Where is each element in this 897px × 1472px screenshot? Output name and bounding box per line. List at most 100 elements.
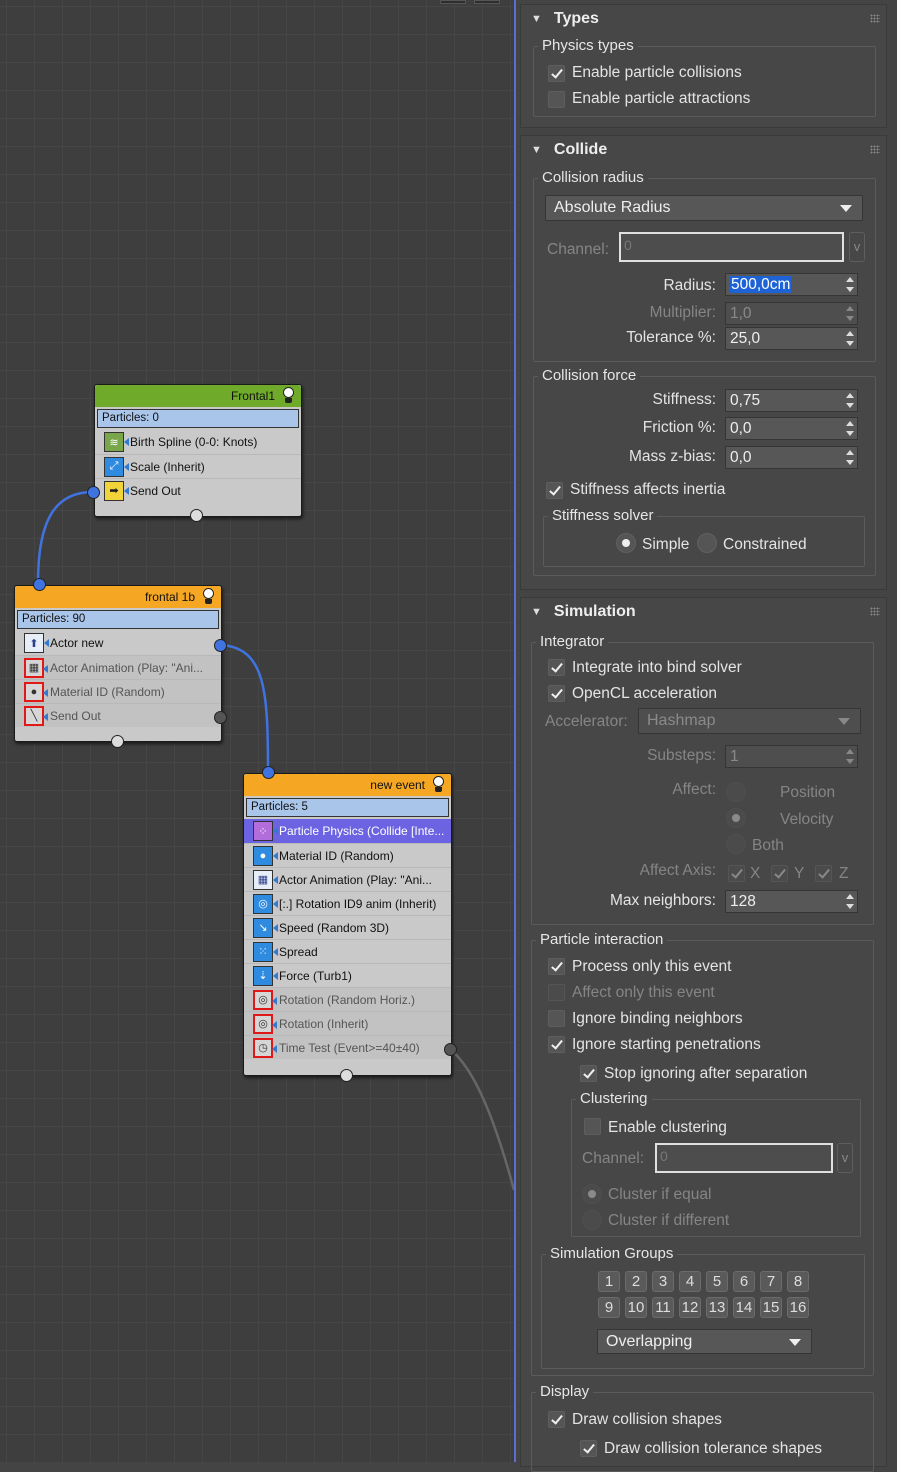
solver-simple-radio[interactable] bbox=[616, 533, 636, 553]
clustering-channel-field[interactable]: 0 bbox=[655, 1143, 833, 1173]
lightbulb-icon[interactable] bbox=[202, 588, 215, 605]
mass-zbias-spinner[interactable]: 0,0 bbox=[725, 446, 858, 469]
particle-view-graph[interactable]: Frontal1 Particles: 0 ≋ Birth Spline (0-0… bbox=[0, 0, 514, 1462]
affect-only-checkbox[interactable] bbox=[548, 984, 565, 1001]
simulation-group-button[interactable]: 1 bbox=[598, 1271, 620, 1292]
stop-ignoring-checkbox[interactable] bbox=[580, 1065, 597, 1082]
checkbox-label[interactable]: Affect only this event bbox=[572, 984, 715, 1002]
operator-row[interactable]: ⬆ Actor new bbox=[15, 631, 221, 655]
ignore-starting-checkbox[interactable] bbox=[548, 1036, 565, 1053]
drag-grip-icon[interactable] bbox=[870, 14, 880, 23]
channel-pick-button[interactable]: v bbox=[849, 232, 865, 262]
multiplier-spinner[interactable]: 1,0 bbox=[725, 302, 858, 325]
output-port[interactable] bbox=[444, 1043, 457, 1056]
spinner-arrows-icon[interactable] bbox=[846, 449, 854, 466]
operator-row[interactable]: ⤢ Scale (Inherit) bbox=[95, 454, 301, 478]
operator-row[interactable]: ▦ Actor Animation (Play: "Ani... bbox=[244, 867, 451, 891]
simulation-group-button[interactable]: 10 bbox=[625, 1297, 647, 1318]
simulation-group-button[interactable]: 8 bbox=[787, 1271, 809, 1292]
checkbox-label[interactable]: Stop ignoring after separation bbox=[604, 1065, 807, 1083]
axis-z-checkbox[interactable] bbox=[815, 865, 832, 882]
operator-row[interactable]: ⇣ Force (Turb1) bbox=[244, 963, 451, 987]
simulation-group-button[interactable]: 5 bbox=[706, 1271, 728, 1292]
radio-label[interactable]: Position bbox=[780, 784, 835, 802]
radio-label[interactable]: Velocity bbox=[780, 811, 833, 829]
event-node-frontal1[interactable]: Frontal1 Particles: 0 ≋ Birth Spline (0-0… bbox=[87, 384, 302, 522]
integrate-bind-checkbox[interactable] bbox=[548, 659, 565, 676]
process-only-checkbox[interactable] bbox=[548, 958, 565, 975]
simulation-group-button[interactable]: 15 bbox=[760, 1297, 782, 1318]
radio-label[interactable]: Cluster if different bbox=[608, 1212, 729, 1230]
solver-constrained-radio[interactable] bbox=[697, 533, 717, 553]
simulation-group-button[interactable]: 11 bbox=[652, 1297, 674, 1318]
event-node-new-event[interactable]: new event Particles: 5 ⁘ Particle Physics… bbox=[243, 766, 457, 1082]
node-header[interactable]: Frontal1 bbox=[95, 385, 301, 407]
simulation-group-button[interactable]: 13 bbox=[706, 1297, 728, 1318]
affect-position-radio[interactable] bbox=[726, 782, 746, 802]
simulation-group-button[interactable]: 2 bbox=[625, 1271, 647, 1292]
draw-shapes-checkbox[interactable] bbox=[548, 1411, 565, 1428]
radius-spinner[interactable]: 500,0cm bbox=[725, 273, 858, 296]
operator-row[interactable]: ● Material ID (Random) bbox=[244, 843, 451, 867]
affect-both-radio[interactable] bbox=[726, 834, 746, 854]
ignore-binding-checkbox[interactable] bbox=[548, 1010, 565, 1027]
accelerator-dropdown[interactable]: Hashmap bbox=[638, 708, 861, 734]
friction-spinner[interactable]: 0,0 bbox=[725, 417, 858, 440]
spinner-arrows-icon[interactable] bbox=[846, 893, 854, 910]
operator-row[interactable]: ➡ Send Out bbox=[95, 478, 301, 502]
checkbox-label[interactable]: OpenCL acceleration bbox=[572, 685, 717, 703]
radio-label[interactable]: Cluster if equal bbox=[608, 1186, 711, 1204]
operator-row-disabled[interactable]: ╲ Send Out bbox=[15, 703, 221, 727]
checkbox-label[interactable]: Enable particle attractions bbox=[572, 90, 750, 108]
checkbox-label[interactable]: Ignore starting penetrations bbox=[572, 1036, 761, 1054]
radio-label[interactable]: Constrained bbox=[723, 536, 807, 554]
simulation-group-button[interactable]: 7 bbox=[760, 1271, 782, 1292]
groups-mode-dropdown[interactable]: Overlapping bbox=[597, 1329, 812, 1354]
input-port[interactable] bbox=[190, 509, 203, 522]
max-neighbors-spinner[interactable]: 128 bbox=[725, 890, 858, 913]
checkbox-label[interactable]: X bbox=[750, 865, 760, 883]
draw-tolerance-checkbox[interactable] bbox=[580, 1440, 597, 1457]
operator-row-disabled[interactable]: ▦ Actor Animation (Play: "Ani... bbox=[15, 655, 221, 679]
radio-label[interactable]: Both bbox=[752, 837, 784, 855]
checkbox-label[interactable]: Process only this event bbox=[572, 958, 731, 976]
node-header[interactable]: frontal 1b bbox=[15, 586, 221, 608]
axis-x-checkbox[interactable] bbox=[728, 865, 745, 882]
input-port[interactable] bbox=[33, 578, 46, 591]
checkbox-label[interactable]: Integrate into bind solver bbox=[572, 659, 742, 677]
axis-y-checkbox[interactable] bbox=[771, 865, 788, 882]
output-port[interactable] bbox=[214, 711, 227, 724]
simulation-group-button[interactable]: 14 bbox=[733, 1297, 755, 1318]
opencl-checkbox[interactable] bbox=[548, 685, 565, 702]
simulation-group-button[interactable]: 4 bbox=[679, 1271, 701, 1292]
checkbox-label[interactable]: Stiffness affects inertia bbox=[570, 481, 725, 499]
output-port[interactable] bbox=[214, 639, 227, 652]
checkbox-label[interactable]: Draw collision tolerance shapes bbox=[604, 1440, 822, 1458]
input-port[interactable] bbox=[111, 735, 124, 748]
operator-row-selected[interactable]: ⁘ Particle Physics (Collide [Inte... bbox=[244, 819, 451, 843]
rollout-header-collide[interactable]: ▼ Collide bbox=[521, 136, 886, 164]
spinner-arrows-icon[interactable] bbox=[846, 420, 854, 437]
rollout-header-simulation[interactable]: ▼ Simulation bbox=[521, 598, 886, 626]
spinner-arrows-icon[interactable] bbox=[846, 330, 854, 347]
checkbox-label[interactable]: Draw collision shapes bbox=[572, 1411, 722, 1429]
affect-velocity-radio[interactable] bbox=[726, 808, 746, 828]
input-port[interactable] bbox=[262, 766, 275, 779]
operator-row[interactable]: ↘ Speed (Random 3D) bbox=[244, 915, 451, 939]
enable-collisions-checkbox[interactable] bbox=[548, 65, 565, 82]
cluster-equal-radio[interactable] bbox=[582, 1184, 602, 1204]
stiffness-spinner[interactable]: 0,75 bbox=[725, 389, 858, 412]
spinner-arrows-icon[interactable] bbox=[846, 748, 854, 765]
checkbox-label[interactable]: Z bbox=[839, 865, 848, 883]
operator-row-disabled[interactable]: ◷ Time Test (Event>=40±40) bbox=[244, 1035, 451, 1059]
rollout-header-types[interactable]: ▼ Types bbox=[521, 5, 886, 33]
operator-row[interactable]: ◎ [:.] Rotation ID9 anim (Inherit) bbox=[244, 891, 451, 915]
simulation-group-button[interactable]: 6 bbox=[733, 1271, 755, 1292]
operator-row-disabled[interactable]: ◎ Rotation (Random Horiz.) bbox=[244, 987, 451, 1011]
enable-attractions-checkbox[interactable] bbox=[548, 91, 565, 108]
radio-label[interactable]: Simple bbox=[642, 536, 689, 554]
checkbox-label[interactable]: Enable clustering bbox=[608, 1119, 727, 1137]
input-port[interactable] bbox=[340, 1069, 353, 1082]
output-port[interactable] bbox=[87, 486, 100, 499]
simulation-group-button[interactable]: 16 bbox=[787, 1297, 809, 1318]
